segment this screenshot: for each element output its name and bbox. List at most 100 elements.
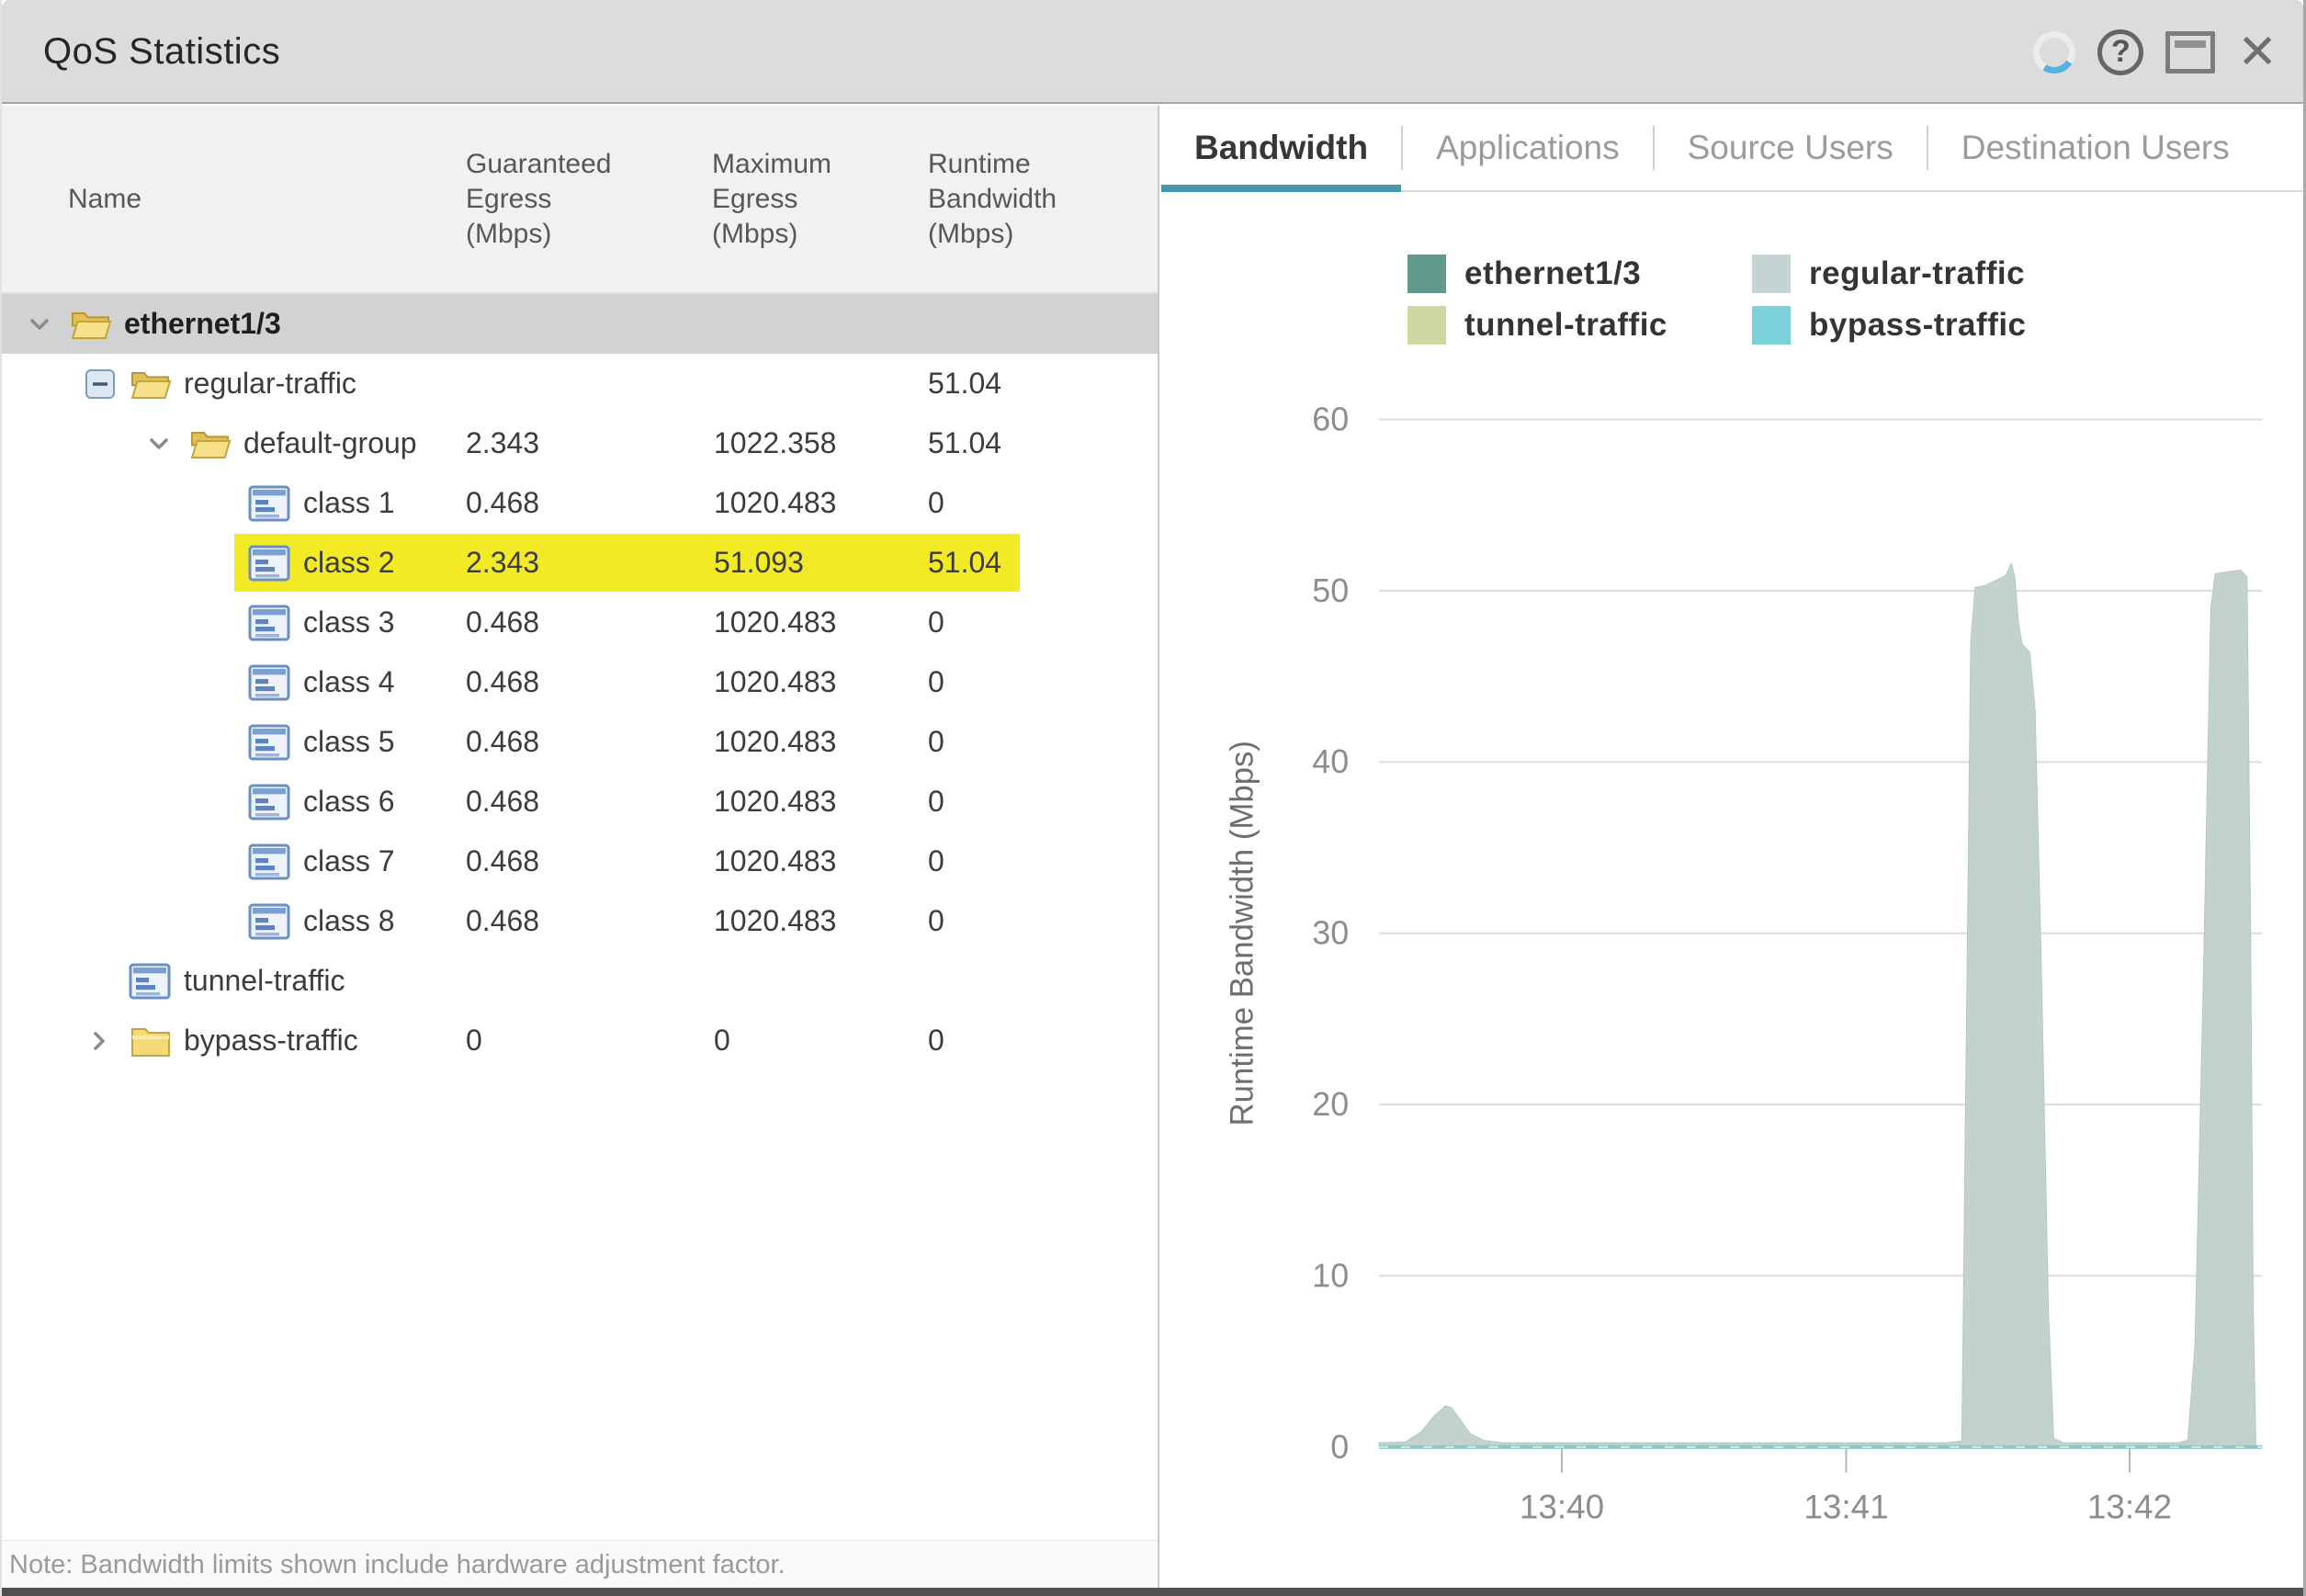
tab-bar: BandwidthApplicationsSource UsersDestina… [1161, 106, 2303, 192]
class-icon [248, 664, 292, 701]
tree-name-cell: class 3 [2, 593, 461, 652]
node-label: class 7 [303, 844, 395, 878]
svg-text:Runtime Bandwidth (Mbps): Runtime Bandwidth (Mbps) [1225, 741, 1260, 1126]
svg-text:10: 10 [1312, 1257, 1349, 1294]
svg-text:50: 50 [1312, 572, 1349, 609]
tree-name-cell: class 2 [2, 533, 461, 593]
tree-name-cell: class 4 [2, 652, 461, 712]
tree-name-cell: class 1 [2, 473, 461, 533]
legend-item-tunnel-traffic: tunnel-traffic [1407, 306, 1752, 345]
tree-name-cell: tunnel-traffic [2, 951, 461, 1011]
table-row-class-1[interactable]: class 10.4681020.4830 [2, 473, 1158, 533]
qos-tree-panel: NameGuaranteed Egress (Mbps) Maximum Egre… [2, 106, 1159, 1596]
maximum-egress-value: 1022.358 [686, 426, 921, 460]
tab-source-users[interactable]: Source Users [1655, 106, 1927, 190]
runtime-bandwidth-value: 0 [921, 785, 1158, 819]
svg-text:60: 60 [1312, 401, 1349, 437]
class-icon [248, 784, 292, 821]
guaranteed-egress-value: 0.468 [461, 844, 686, 878]
column-header-guaranteed-egress[interactable]: Guaranteed Egress (Mbps) [466, 147, 636, 252]
table-row-class-2[interactable]: class 22.34351.09351.04 [2, 533, 1158, 593]
legend-swatch-icon [1752, 255, 1791, 293]
svg-text:13:40: 13:40 [1520, 1488, 1604, 1525]
legend-item-bypass-traffic: bypass-traffic [1752, 306, 2027, 345]
tree-name-cell: default-group [2, 413, 461, 473]
column-header-maximum-egress[interactable]: Maximum Egress (Mbps) [712, 147, 882, 252]
table-row-class-6[interactable]: class 60.4681020.4830 [2, 772, 1158, 832]
bandwidth-area-chart: 0102030405060Runtime Bandwidth (Mbps)13:… [1161, 192, 2303, 1588]
legend-item-regular-traffic: regular-traffic [1752, 255, 2027, 293]
table-row-ethernet1-3[interactable]: ethernet1/3 [2, 294, 1158, 354]
runtime-bandwidth-value: 0 [921, 606, 1158, 640]
node-label: class 3 [303, 606, 395, 640]
window-bottom-edge [2, 1588, 2303, 1596]
close-icon[interactable]: ✕ [2237, 31, 2278, 74]
svg-text:40: 40 [1312, 743, 1349, 780]
maximum-egress-value: 1020.483 [686, 725, 921, 759]
class-icon [248, 724, 292, 761]
class-icon [248, 605, 292, 641]
guaranteed-egress-value: 0.468 [461, 486, 686, 520]
chevron-down-icon[interactable] [25, 310, 69, 339]
guaranteed-egress-value: 2.343 [461, 546, 686, 580]
maximum-egress-value: 1020.483 [686, 665, 921, 699]
legend-label: regular-traffic [1809, 255, 2025, 292]
restore-window-icon[interactable] [2165, 31, 2215, 74]
node-label: default-group [243, 426, 417, 460]
guaranteed-egress-value: 0.468 [461, 606, 686, 640]
table-row-default-group[interactable]: default-group2.3431022.35851.04 [2, 413, 1158, 473]
column-header-runtime-bandwidth[interactable]: Runtime Bandwidth (Mbps) [928, 147, 1098, 252]
legend-label: bypass-traffic [1809, 307, 2027, 344]
minus-box-icon[interactable] [85, 368, 129, 400]
legend-label: tunnel-traffic [1464, 307, 1667, 344]
guaranteed-egress-value: 0.468 [461, 725, 686, 759]
table-row-class-4[interactable]: class 40.4681020.4830 [2, 652, 1158, 712]
chevron-right-icon[interactable] [85, 1026, 129, 1056]
table-row-class-3[interactable]: class 3 0.4681020.4830 [2, 593, 1158, 652]
tree-name-cell: class 8 [2, 891, 461, 951]
table-row-tunnel-traffic[interactable]: tunnel-traffic [2, 951, 1158, 1011]
node-label: class 5 [303, 725, 395, 759]
tree-name-cell: ethernet1/3 [2, 294, 461, 354]
column-header-name[interactable]: Name [2, 182, 461, 217]
node-label: class 6 [303, 785, 395, 819]
runtime-bandwidth-value: 0 [921, 665, 1158, 699]
chevron-down-icon[interactable] [144, 429, 188, 458]
tree-name-cell: regular-traffic [2, 354, 461, 413]
table-row-regular-traffic[interactable]: regular-traffic51.04 [2, 354, 1158, 413]
legend-swatch-icon [1407, 306, 1446, 345]
window-title: QoS Statistics [43, 0, 280, 104]
tab-destination-users[interactable]: Destination Users [1928, 106, 2263, 190]
help-icon[interactable]: ? [2097, 29, 2143, 75]
guaranteed-egress-value: 0.468 [461, 785, 686, 819]
node-label: class 4 [303, 665, 395, 699]
class-icon [248, 903, 292, 940]
titlebar: QoS Statistics ?✕ [2, 0, 2303, 104]
table-row-class-8[interactable]: class 80.4681020.4830 [2, 891, 1158, 951]
guaranteed-egress-value: 2.343 [461, 426, 686, 460]
tab-applications[interactable]: Applications [1403, 106, 1653, 190]
svg-text:13:42: 13:42 [2087, 1488, 2172, 1525]
maximum-egress-value: 1020.483 [686, 904, 921, 938]
node-label: class 1 [303, 486, 395, 520]
table-row-bypass-traffic[interactable]: bypass-traffic000 [2, 1011, 1158, 1070]
runtime-bandwidth-value: 0 [921, 1024, 1158, 1058]
maximum-egress-value: 51.093 [686, 546, 921, 580]
qos-statistics-dialog: QoS Statistics ?✕ NameGuaranteed Egress … [0, 0, 2306, 1596]
table-header-row: NameGuaranteed Egress (Mbps) Maximum Egre… [2, 106, 1158, 294]
tree-name-cell: class 5 [2, 712, 461, 772]
tab-bandwidth[interactable]: Bandwidth [1161, 106, 1401, 190]
legend-swatch-icon [1752, 306, 1791, 345]
svg-text:20: 20 [1312, 1086, 1349, 1123]
chart-legend: ethernet1/3regular-traffictunnel-traffic… [1407, 255, 2027, 345]
class-icon [248, 485, 292, 522]
svg-text:0: 0 [1330, 1429, 1349, 1466]
maximum-egress-value: 0 [686, 1024, 921, 1058]
maximum-egress-value: 1020.483 [686, 844, 921, 878]
tree-name-cell: class 6 [2, 772, 461, 832]
maximum-egress-value: 1020.483 [686, 486, 921, 520]
table-row-class-7[interactable]: class 70.4681020.4830 [2, 832, 1158, 891]
maximum-egress-value: 1020.483 [686, 606, 921, 640]
titlebar-icons: ?✕ [2033, 0, 2278, 104]
table-row-class-5[interactable]: class 50.4681020.4830 [2, 712, 1158, 772]
